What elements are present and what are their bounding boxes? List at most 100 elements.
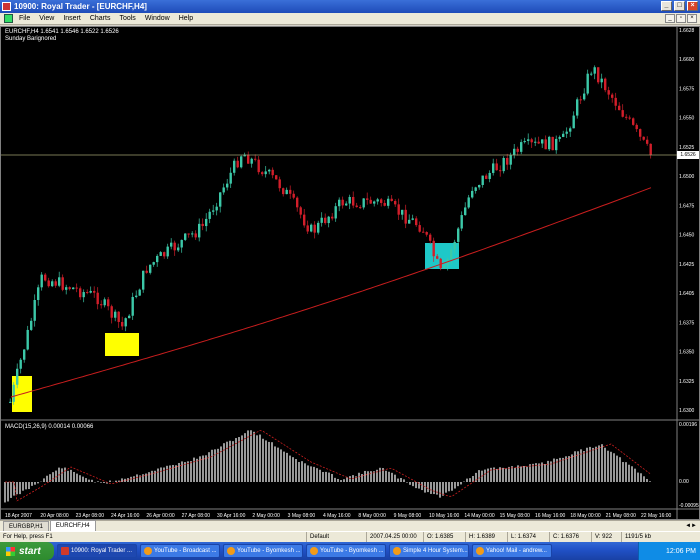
candle-body: [166, 246, 169, 257]
candle-body: [646, 139, 649, 144]
status-bar: For Help, press F1 Default 2007.04.25 00…: [0, 531, 700, 542]
candle-body: [201, 223, 204, 227]
candle-body: [82, 292, 85, 298]
close-button[interactable]: ×: [687, 1, 698, 11]
candle-body: [362, 198, 365, 208]
time-tick-label: 27 Apr 08:00: [182, 513, 211, 519]
candle-body: [586, 73, 589, 94]
candle-body: [152, 262, 155, 265]
menu-window[interactable]: Window: [145, 15, 170, 22]
chart-window[interactable]: 1.6628 1.6600 1.6575 1.6550 1.6525 1.6500 1.64…: [0, 26, 700, 520]
symbol-line: EURCHF,H4 1.6541 1.6546 1.6522 1.6526: [5, 29, 119, 35]
candle-body: [618, 105, 621, 111]
candle-body: [492, 163, 495, 173]
firefox-icon: [476, 547, 484, 555]
price-tick-label: 1.6575: [679, 86, 695, 92]
taskbar-button-youtube-3[interactable]: YouTube - Byomkesh ...: [306, 544, 386, 558]
candle-body: [61, 277, 64, 290]
candle-body: [495, 163, 498, 171]
current-price-label: 1.6526: [677, 151, 699, 159]
candle-body: [68, 287, 71, 290]
macd-tick-label: 0.00: [679, 479, 689, 485]
candle-body: [194, 233, 197, 238]
tab-eurgbp-h1[interactable]: EURGBP,H1: [3, 521, 49, 531]
status-low: L: 1.6374: [507, 532, 549, 542]
candle-body: [124, 318, 127, 327]
price-tick-label: 1.6628: [679, 28, 695, 34]
mdi-minimize-button[interactable]: _: [665, 14, 675, 23]
candle-body: [271, 169, 274, 176]
candle-body: [411, 218, 414, 220]
candle-body: [75, 287, 78, 289]
taskbar-button-label: Simple 4 Hour System...: [403, 548, 468, 554]
candle-body: [509, 154, 512, 165]
candle-body: [54, 281, 57, 286]
candle-body: [432, 240, 435, 257]
candle-body: [471, 190, 474, 198]
candle-body: [530, 139, 533, 143]
candle-body: [215, 206, 218, 211]
candle-body: [114, 311, 117, 318]
candle-body: [79, 288, 82, 298]
taskbar-button-simple-system[interactable]: Simple 4 Hour System...: [389, 544, 469, 558]
candle-body: [138, 289, 141, 296]
taskbar-button-label: Yahoo! Mail - andrew...: [486, 548, 547, 554]
taskbar-button-youtube-2[interactable]: YouTube - Byomkesh ...: [223, 544, 303, 558]
candle-body: [282, 188, 285, 195]
tab-scroll-arrows-icon[interactable]: ◄►: [685, 523, 697, 529]
candle-body: [222, 187, 225, 193]
tab-eurchf-h4[interactable]: EURCHF,H4: [49, 520, 96, 531]
chart-doc-icon[interactable]: [4, 14, 13, 23]
minimize-button[interactable]: _: [661, 1, 672, 11]
candle-body: [16, 368, 19, 385]
candle-body: [478, 184, 481, 188]
mdi-restore-button[interactable]: ▫: [676, 14, 686, 23]
candle-body: [145, 270, 148, 273]
status-time: 2007.04.25 00:00: [366, 532, 423, 542]
candle-body: [89, 290, 92, 293]
candle-body: [625, 116, 628, 118]
time-tick-label: 21 May 08:00: [606, 513, 637, 519]
firefox-icon: [227, 547, 235, 555]
price-tick-label: 1.6425: [679, 262, 695, 268]
time-tick-label: 26 Apr 00:00: [146, 513, 175, 519]
candle-body: [261, 172, 264, 175]
candle-body: [184, 233, 187, 240]
time-tick-label: 23 Apr 08:00: [76, 513, 105, 519]
maximize-button[interactable]: □: [674, 1, 685, 11]
status-volume: V: 922: [591, 532, 621, 542]
price-tick-label: 1.6550: [679, 116, 695, 122]
candle-body: [418, 225, 421, 232]
taskbar-button-youtube-1[interactable]: YouTube - Broadcast ...: [140, 544, 220, 558]
system-tray: 12:06 PM: [638, 542, 700, 560]
start-button[interactable]: start: [0, 542, 54, 560]
candle-body: [429, 234, 432, 241]
candle-body: [30, 320, 33, 330]
candle-body: [180, 239, 183, 248]
menu-view[interactable]: View: [39, 15, 54, 22]
menu-file[interactable]: File: [19, 15, 30, 22]
candle-body: [96, 292, 99, 305]
chart-header: EURCHF,H4 1.6541 1.6546 1.6522 1.6526 Su…: [5, 29, 119, 43]
candle-body: [527, 139, 530, 141]
taskbar-button-metatrader[interactable]: 10900: Royal Trader ...: [57, 544, 137, 558]
candle-body: [558, 136, 561, 139]
candle-body: [499, 170, 502, 172]
price-chart[interactable]: 1.66281.66001.65751.65501.65251.65001.64…: [1, 27, 699, 519]
menu-tools[interactable]: Tools: [119, 15, 135, 22]
taskbar-button-yahoo-mail[interactable]: Yahoo! Mail - andrew...: [472, 544, 552, 558]
candle-body: [443, 265, 446, 269]
price-tick-label: 1.6350: [679, 350, 695, 356]
menu-help[interactable]: Help: [179, 15, 193, 22]
candle-body: [306, 225, 309, 232]
price-tick-label: 1.6600: [679, 57, 695, 63]
menu-insert[interactable]: Insert: [63, 15, 81, 22]
menu-charts[interactable]: Charts: [90, 15, 111, 22]
mdi-close-button[interactable]: ×: [687, 14, 697, 23]
candle-body: [268, 169, 271, 172]
candle-body: [576, 99, 579, 116]
candle-body: [611, 94, 614, 98]
candle-body: [205, 218, 208, 227]
candle-body: [191, 233, 194, 235]
clock[interactable]: 12:06 PM: [666, 548, 696, 555]
